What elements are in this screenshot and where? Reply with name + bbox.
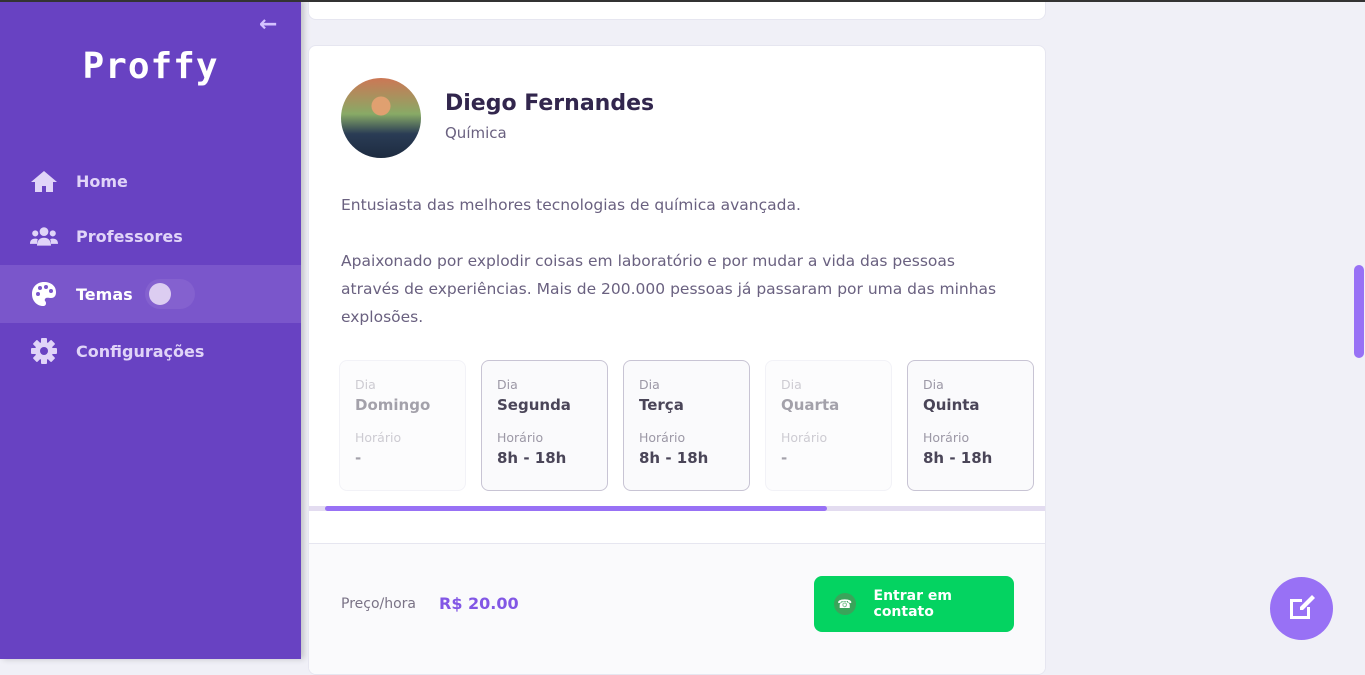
schedule-day-4: Dia Quinta Horário 8h - 18h — [907, 360, 1034, 491]
previous-teacher-card — [308, 0, 1046, 20]
teacher-avatar — [341, 78, 421, 158]
teacher-name: Diego Fernandes — [445, 91, 655, 116]
time-label: Horário — [639, 430, 686, 445]
schedule-day-2: Dia Terça Horário 8h - 18h — [623, 360, 750, 491]
edit-fab-button[interactable] — [1270, 577, 1333, 640]
card-footer: Preço/hora R$ 20.00 ☎ Entrar em contato — [309, 543, 1045, 674]
day-name: Terça — [639, 396, 684, 414]
day-time: - — [781, 449, 788, 467]
schedule-day-3: Dia Quarta Horário - — [765, 360, 892, 491]
time-label: Horário — [781, 430, 828, 445]
gear-icon — [30, 338, 58, 364]
palette-icon — [30, 281, 58, 307]
schedule-scrollbar-thumb[interactable] — [325, 506, 827, 511]
logo: Proffy — [82, 46, 219, 87]
day-name: Quinta — [923, 396, 980, 414]
sidebar-item-label: Temas — [76, 284, 133, 304]
teacher-card: Diego Fernandes Química Entusiasta das m… — [308, 45, 1046, 675]
collapse-arrow-icon[interactable]: ← — [259, 12, 277, 37]
day-label: Dia — [497, 377, 518, 392]
bio-paragraph: Entusiasta das melhores tecnologias de q… — [341, 196, 801, 214]
schedule-scrollbar[interactable] — [309, 506, 1045, 511]
teacher-bio: Entusiasta das melhores tecnologias de q… — [341, 191, 1001, 359]
window-top-border — [0, 0, 1365, 2]
price-label: Preço/hora — [341, 596, 417, 612]
day-time: 8h - 18h — [923, 449, 993, 467]
day-name: Domingo — [355, 396, 431, 414]
bio-paragraph: Apaixonado por explodir coisas em labora… — [341, 252, 997, 326]
day-label: Dia — [355, 377, 376, 392]
time-label: Horário — [923, 430, 970, 445]
day-label: Dia — [923, 377, 944, 392]
day-label: Dia — [639, 377, 660, 392]
users-icon — [30, 225, 58, 247]
sidebar-item-home[interactable]: Home — [0, 152, 301, 210]
whatsapp-icon: ☎ — [834, 593, 856, 615]
sidebar-item-label: Professores — [76, 226, 183, 246]
day-label: Dia — [781, 377, 802, 392]
teacher-subject: Química — [445, 124, 507, 142]
day-name: Segunda — [497, 396, 571, 414]
home-icon — [30, 169, 58, 193]
page-scrollbar[interactable] — [1354, 265, 1364, 358]
contact-button[interactable]: ☎ Entrar em contato — [814, 576, 1014, 632]
sidebar-item-label: Configurações — [76, 341, 205, 361]
price-value: R$ 20.00 — [439, 594, 519, 613]
schedule-list[interactable]: Dia Domingo Horário - Dia Segunda Horári… — [339, 360, 1034, 491]
schedule-day-1: Dia Segunda Horário 8h - 18h — [481, 360, 608, 491]
sidebar-item-label: Home — [76, 171, 128, 191]
edit-icon — [1286, 591, 1318, 627]
sidebar-item-configuracoes[interactable]: Configurações — [0, 322, 301, 380]
time-label: Horário — [355, 430, 402, 445]
sidebar-item-professores[interactable]: Professores — [0, 207, 301, 265]
schedule-day-0: Dia Domingo Horário - — [339, 360, 466, 491]
time-label: Horário — [497, 430, 544, 445]
sidebar: ← Proffy Home Professores Temas Configur… — [0, 0, 301, 659]
day-time: - — [355, 449, 362, 467]
day-name: Quarta — [781, 396, 840, 414]
day-time: 8h - 18h — [497, 449, 567, 467]
contact-label: Entrar em contato — [873, 588, 952, 620]
theme-toggle[interactable] — [144, 279, 195, 309]
day-time: 8h - 18h — [639, 449, 709, 467]
sidebar-item-temas[interactable]: Temas — [0, 265, 301, 323]
toggle-knob — [148, 283, 171, 305]
